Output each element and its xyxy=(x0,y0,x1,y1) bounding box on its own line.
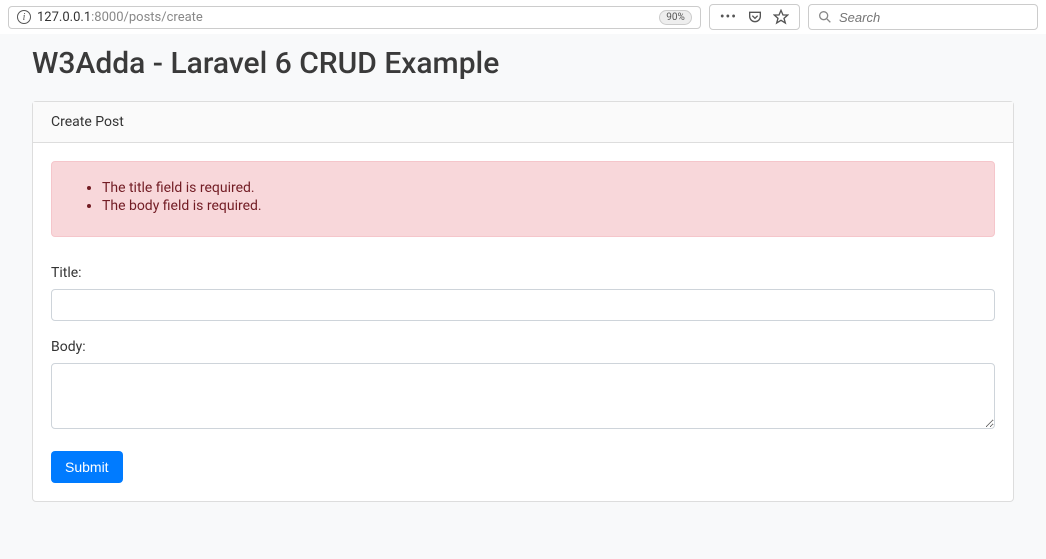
pocket-icon[interactable] xyxy=(747,9,763,25)
url-host: 127.0.0.1 xyxy=(37,10,91,25)
page-title: W3Adda - Laravel 6 CRUD Example xyxy=(32,46,1014,81)
toolbar-icons: ••• xyxy=(709,4,800,30)
card-body: The title field is required. The body fi… xyxy=(33,143,1013,501)
title-label: Title: xyxy=(51,265,995,281)
error-list: The title field is required. The body fi… xyxy=(72,180,974,214)
page-content: W3Adda - Laravel 6 CRUD Example Create P… xyxy=(0,34,1046,534)
url-box[interactable]: i 127.0.0.1:8000/posts/create 90% xyxy=(8,6,701,29)
error-item: The body field is required. xyxy=(102,198,974,214)
zoom-badge[interactable]: 90% xyxy=(659,10,692,25)
form-group-body: Body: xyxy=(51,339,995,433)
info-icon[interactable]: i xyxy=(17,10,31,24)
bookmark-star-icon[interactable] xyxy=(773,9,789,25)
browser-address-bar: i 127.0.0.1:8000/posts/create 90% ••• xyxy=(0,0,1046,34)
card: Create Post The title field is required.… xyxy=(32,101,1014,502)
url-text: 127.0.0.1:8000/posts/create xyxy=(37,10,653,25)
error-item: The title field is required. xyxy=(102,180,974,196)
url-path: :8000/posts/create xyxy=(91,10,203,25)
search-input[interactable] xyxy=(839,10,1029,25)
body-textarea[interactable] xyxy=(51,363,995,429)
submit-button[interactable]: Submit xyxy=(51,451,123,483)
error-alert: The title field is required. The body fi… xyxy=(51,161,995,237)
more-icon[interactable]: ••• xyxy=(720,10,737,24)
search-box[interactable] xyxy=(808,4,1038,30)
title-input[interactable] xyxy=(51,289,995,321)
form-group-title: Title: xyxy=(51,265,995,321)
search-icon xyxy=(817,9,833,25)
card-header: Create Post xyxy=(33,102,1013,143)
body-label: Body: xyxy=(51,339,995,355)
